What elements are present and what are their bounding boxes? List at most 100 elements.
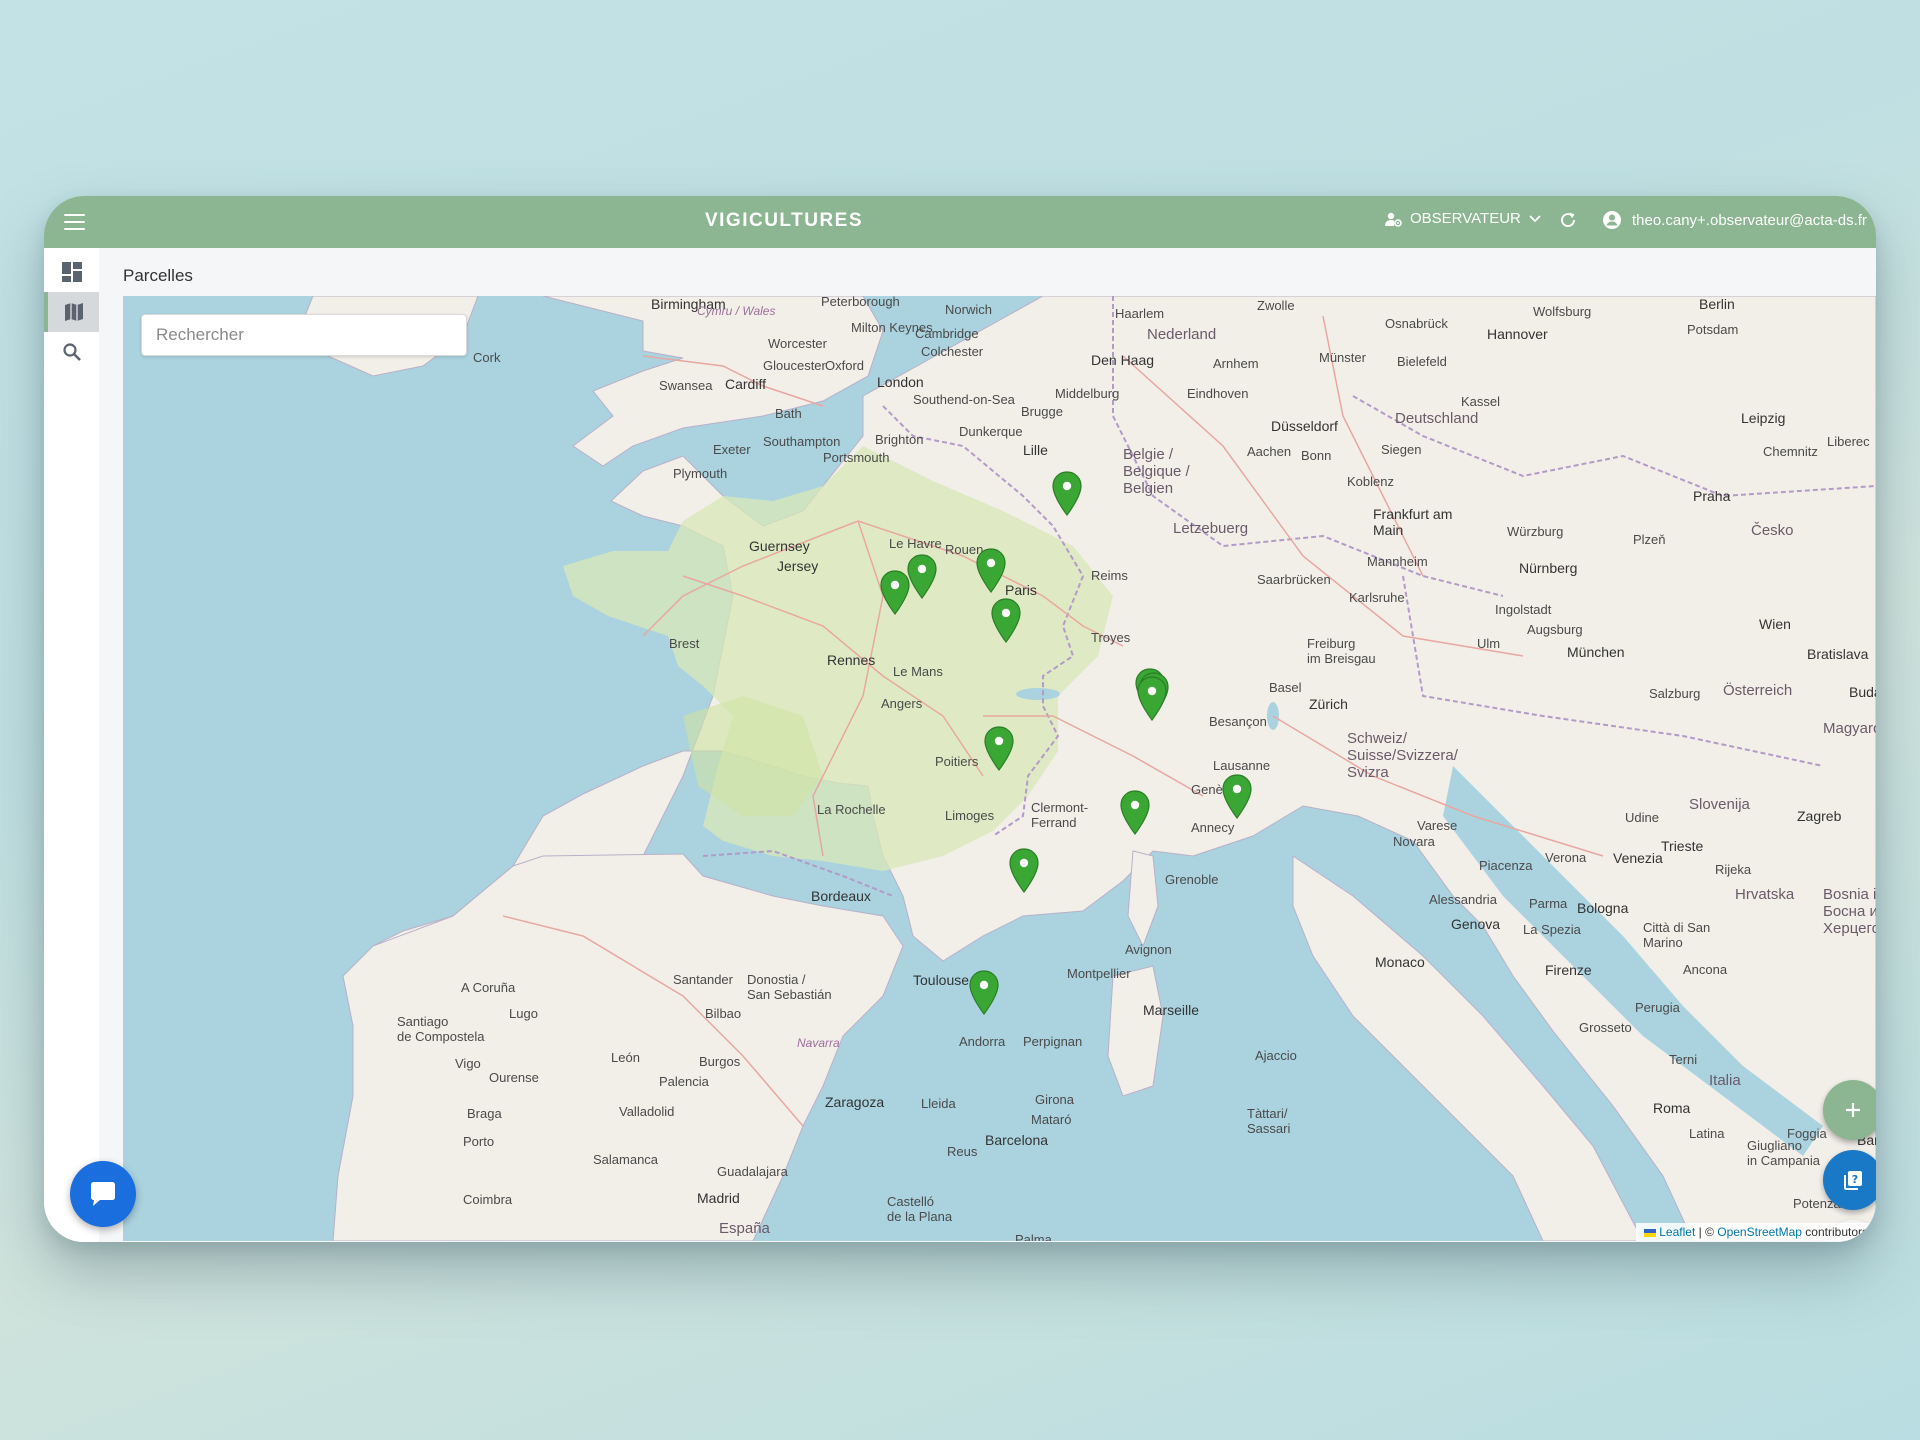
map-label: Bilbao [705, 1006, 742, 1021]
map-label: Trieste [1661, 838, 1704, 854]
map-label: Nürnberg [1519, 560, 1578, 576]
add-icon [1846, 1103, 1860, 1117]
map-label: Zaragoza [825, 1094, 885, 1110]
map-label: Braga [467, 1106, 502, 1121]
map-label: Firenze [1545, 962, 1592, 978]
app-title: VIGICULTURES [704, 210, 864, 231]
map-label: Piacenza [1479, 858, 1533, 873]
parcel-marker[interactable] [1137, 676, 1167, 722]
role-selector[interactable]: OBSERVATEUR [1384, 210, 1549, 227]
map-label: Verona [1545, 850, 1587, 865]
map-label: Mannheim [1367, 554, 1428, 569]
map-label: Österreich [1723, 682, 1793, 699]
sidebar-item-map[interactable] [44, 292, 99, 332]
parcel-marker[interactable] [1120, 790, 1150, 836]
map-label: Ulm [1477, 636, 1501, 651]
sidebar [44, 248, 99, 1242]
map-label: Letzebuerg [1173, 520, 1249, 537]
parcel-marker[interactable] [1222, 774, 1252, 820]
map-label: Valladolid [619, 1104, 675, 1119]
search-icon [62, 343, 81, 361]
map-label: Varese [1417, 818, 1458, 833]
map-label: Palma [1015, 1232, 1052, 1241]
map-label: La Rochelle [817, 802, 886, 817]
map-label: Ajaccio [1255, 1048, 1297, 1063]
parcel-marker[interactable] [969, 970, 999, 1016]
map-label: Zwolle [1257, 298, 1295, 313]
help-button[interactable]: ? [1823, 1150, 1876, 1210]
chat-button[interactable] [70, 1161, 136, 1227]
map-label: Brighton [875, 432, 924, 447]
add-parcel-button[interactable] [1823, 1080, 1876, 1140]
parcel-marker[interactable] [880, 570, 910, 616]
map-label: Bologna [1577, 900, 1629, 916]
map-label: Navarra [797, 1036, 840, 1050]
map-label: Worcester [768, 336, 827, 351]
parcel-marker[interactable] [984, 726, 1014, 772]
map-label: Donostia / San Sebastián [747, 972, 832, 1002]
map-label: Brest [669, 636, 700, 651]
attribution-suffix: contributors [1801, 1225, 1868, 1239]
map-label: Budape [1849, 684, 1876, 700]
map-label: Frankfurt am Main [1373, 506, 1453, 538]
osm-link[interactable]: OpenStreetMap [1717, 1225, 1802, 1239]
map-label: Girona [1035, 1092, 1075, 1107]
map-label: Roma [1653, 1100, 1691, 1116]
parcel-marker[interactable] [907, 554, 937, 600]
map-label: Düsseldorf [1271, 418, 1338, 434]
map-label: Bielefeld [1397, 354, 1447, 369]
map-label: Lille [1023, 442, 1048, 458]
map-label: Kassel [1461, 394, 1501, 409]
parcel-marker[interactable] [976, 548, 1006, 594]
refresh-icon[interactable] [1558, 210, 1578, 235]
map-label: Wolfsburg [1533, 304, 1592, 319]
parcel-marker[interactable] [1009, 848, 1039, 894]
account-circle-icon [1603, 211, 1621, 229]
map-label: Hannover [1487, 326, 1548, 342]
map-label: Annecy [1191, 820, 1235, 835]
map-label: Bordeaux [811, 888, 871, 904]
map-label: Santander [673, 972, 733, 987]
map-label: Grosseto [1579, 1020, 1632, 1035]
svg-text:?: ? [1852, 1173, 1858, 1186]
map-label: Burgos [699, 1054, 741, 1069]
map-label: Zürich [1309, 696, 1348, 712]
map-label: Lugo [509, 1006, 538, 1021]
sidebar-item-dashboard[interactable] [44, 252, 99, 292]
map-label: Siegen [1381, 442, 1422, 457]
map-label: Berlin [1699, 296, 1735, 312]
account-menu[interactable]: theo.cany+.observateur@acta-ds.fr [1602, 210, 1867, 230]
map-label: Bath [775, 406, 802, 421]
map-label: Salamanca [593, 1152, 659, 1167]
map-label: Swansea [659, 378, 713, 393]
map-label: Coimbra [463, 1192, 513, 1207]
leaflet-link[interactable]: Leaflet [1659, 1225, 1695, 1239]
app-window: VIGICULTURES OBSERVATEUR theo.cany+.obse… [44, 196, 1876, 1242]
search-input[interactable] [141, 314, 467, 356]
map-label: Lausanne [1213, 758, 1271, 773]
map-label: Toulouse [913, 972, 970, 988]
map-label: Andorra [959, 1034, 1006, 1049]
map-label: Tàttari/Sassari [1247, 1106, 1291, 1136]
main-content: Parcelles Birmingham Peterborough Norwic… [99, 248, 1876, 1242]
parcel-marker[interactable] [1052, 471, 1082, 517]
map-label: Grenoble [1165, 872, 1219, 887]
map-view[interactable]: Birmingham Peterborough Norwich Cymru / … [123, 296, 1876, 1241]
sidebar-item-search[interactable] [44, 332, 99, 372]
parcel-marker[interactable] [991, 598, 1021, 644]
map-label: Avignon [1125, 942, 1172, 957]
map-label: Castelló de la Plana [887, 1194, 953, 1224]
map-label: Bosnia i HercegovinaБосна иХерцеговина [1823, 886, 1876, 937]
map-label: Den Haag [1091, 352, 1155, 368]
map-label: Magyarors [1823, 720, 1876, 737]
map-label: Giugliano in Campania [1747, 1138, 1820, 1168]
map-label: Dunkerque [959, 424, 1023, 439]
map-label: Alessandria [1429, 892, 1497, 907]
map-label: Gloucester [763, 358, 826, 373]
map-label: Città di San Marino [1643, 920, 1711, 950]
menu-icon[interactable] [64, 214, 85, 230]
map-label: Aachen [1247, 444, 1292, 459]
map-label: Troyes [1091, 630, 1131, 645]
map-label: Chemnitz [1763, 444, 1818, 459]
map-label: Bonn [1301, 448, 1332, 463]
